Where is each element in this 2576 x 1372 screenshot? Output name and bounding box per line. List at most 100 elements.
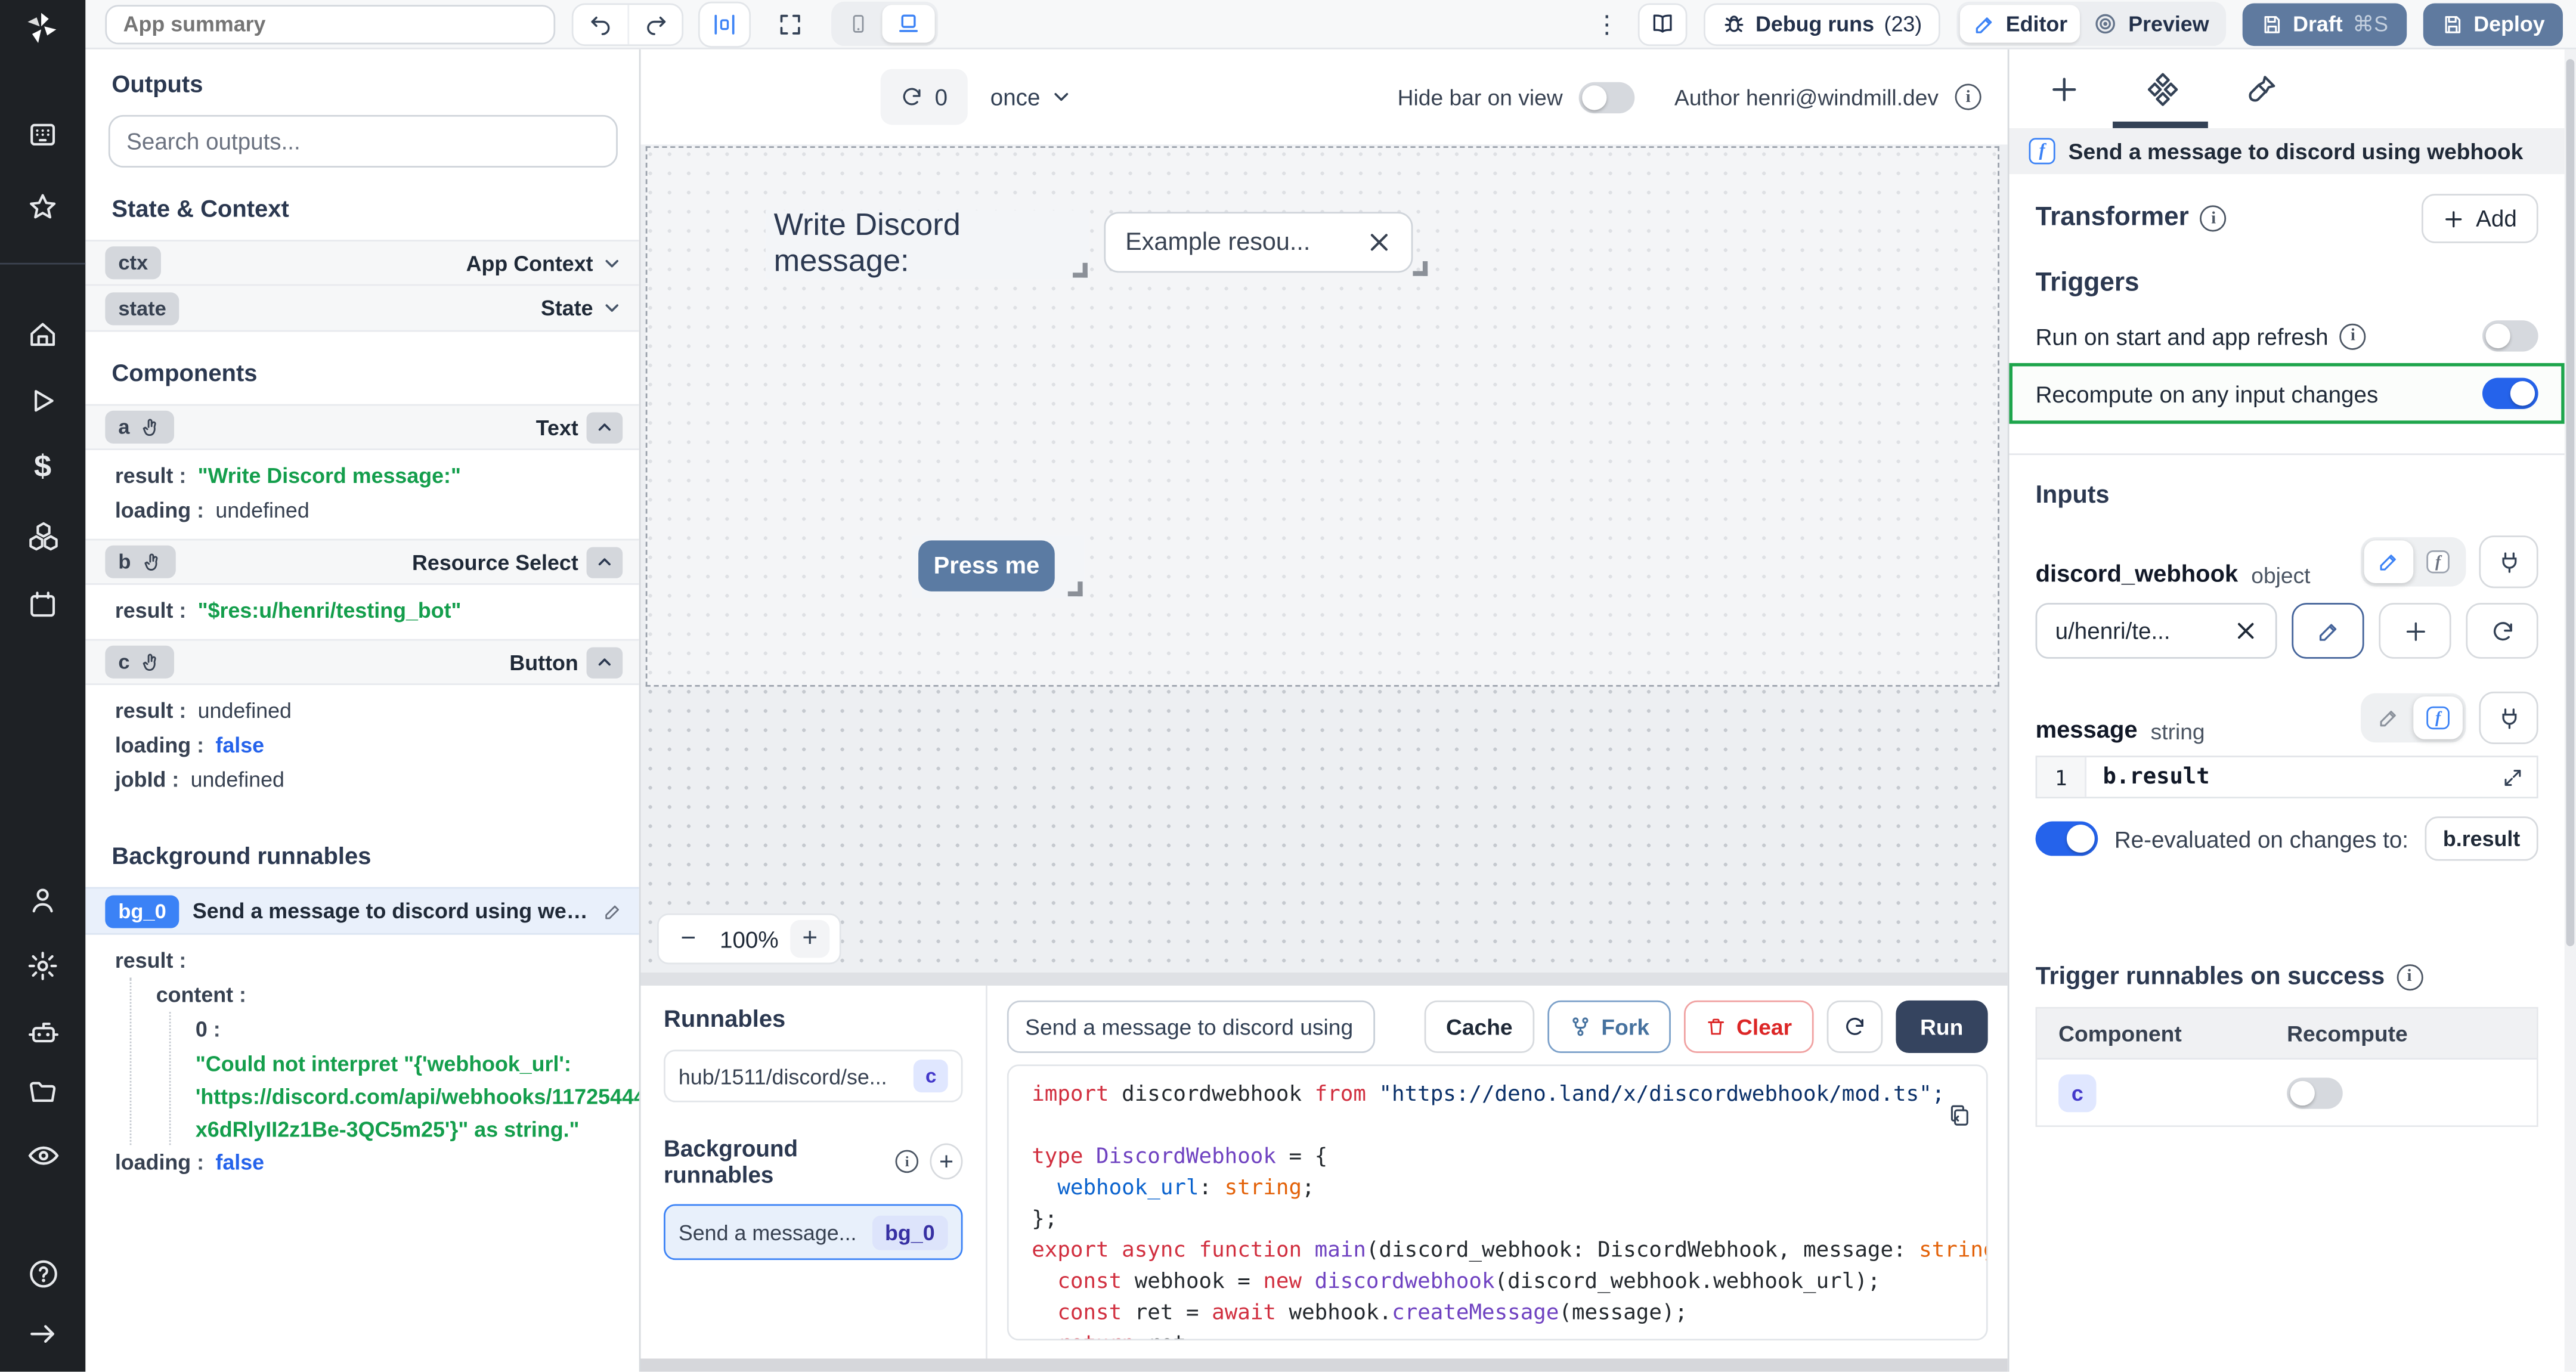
refresh-code-button[interactable] (1826, 1001, 1883, 1053)
ctx-row[interactable]: ctx App Context (85, 240, 639, 286)
collapse-chevron-up-icon[interactable] (587, 646, 623, 677)
component-row-a[interactable]: a Text (85, 404, 639, 450)
add-resource-button[interactable] (2379, 603, 2451, 659)
prop-value: undefined (215, 498, 309, 522)
component-settings-tab[interactable] (2145, 72, 2180, 106)
component-row-b[interactable]: b Resource Select (85, 539, 639, 585)
connect-plug-button[interactable] (2479, 535, 2538, 588)
refresh-counter[interactable]: 0 (881, 69, 967, 125)
clear-x-icon[interactable] (2234, 620, 2258, 643)
draft-button[interactable]: Draft ⌘S (2242, 2, 2407, 45)
collapse-chevron-up-icon[interactable] (587, 546, 623, 577)
reeval-target-badge[interactable]: b.result (2425, 816, 2538, 860)
centered-layout-button[interactable] (700, 2, 750, 45)
deploy-button[interactable]: Deploy (2423, 2, 2563, 45)
horizontal-scrollbar[interactable] (640, 1358, 2007, 1371)
runnable-name-input[interactable] (1007, 1001, 1375, 1053)
mobile-view-button[interactable] (835, 5, 883, 42)
resize-handle[interactable] (1073, 263, 1088, 278)
add-transformer-button[interactable]: Add (2422, 194, 2538, 243)
zoom-out-button[interactable]: − (668, 920, 708, 958)
bg0-row[interactable]: bg_0 Send a message to discord using web… (85, 887, 639, 935)
schedules-calendar-icon[interactable] (0, 588, 85, 621)
static-pencil-mode-button[interactable] (2364, 696, 2414, 739)
add-bg-runnable-button[interactable]: + (930, 1144, 963, 1180)
bug-icon (1721, 11, 1745, 36)
component-row-c[interactable]: c Button (85, 639, 639, 685)
redo-button[interactable] (627, 4, 682, 44)
fork-button[interactable]: Fork (1547, 1001, 1670, 1053)
collapse-chevron-up-icon[interactable] (587, 411, 623, 442)
expand-icon[interactable] (2502, 766, 2524, 788)
chevron-down-icon (1050, 85, 1073, 109)
resources-cubes-icon[interactable] (0, 519, 85, 554)
scrollbar-thumb[interactable] (2566, 59, 2574, 946)
code-editor[interactable]: import discordwebhook from "https://deno… (1007, 1064, 1988, 1340)
home-icon[interactable] (0, 318, 85, 351)
reeval-toggle[interactable] (2036, 822, 2098, 856)
refresh-resource-button[interactable] (2466, 603, 2538, 659)
user-icon[interactable] (0, 884, 85, 916)
tab-editor[interactable]: Editor (1960, 5, 2081, 42)
eval-mode-button[interactable]: f (2413, 696, 2463, 739)
runnable-item[interactable]: hub/1511/discord/se... c (664, 1050, 962, 1102)
prop-key: jobId (115, 767, 179, 792)
edit-pencil-icon[interactable] (603, 901, 623, 921)
fullscreen-button[interactable] (766, 2, 815, 45)
bg0-badge: bg_0 (105, 894, 179, 927)
pencil-icon (1973, 13, 1996, 36)
eval-mode-button[interactable]: f (2413, 540, 2463, 583)
copy-icon[interactable] (1947, 1102, 1971, 1129)
folders-icon[interactable] (0, 1076, 85, 1109)
edit-resource-button[interactable] (2292, 603, 2364, 659)
audit-eye-icon[interactable] (0, 1138, 85, 1173)
app-summary-input[interactable] (105, 4, 555, 44)
state-row[interactable]: state State (85, 286, 639, 332)
vertical-scrollbar[interactable] (2565, 49, 2576, 1372)
windmill-logo[interactable] (0, 10, 85, 47)
chevron-down-icon[interactable] (601, 298, 623, 319)
apps-icon[interactable] (0, 118, 85, 151)
canvas-button-component[interactable]: Press me (912, 535, 1084, 598)
zoom-in-button[interactable]: + (790, 920, 829, 958)
static-pencil-mode-button[interactable] (2364, 540, 2414, 583)
resize-handle[interactable] (1068, 581, 1083, 596)
runs-play-icon[interactable] (0, 385, 85, 417)
press-me-button[interactable]: Press me (918, 540, 1055, 591)
collapse-arrow-icon[interactable] (0, 1318, 85, 1351)
cache-button[interactable]: Cache (1425, 1001, 1534, 1053)
app-canvas[interactable]: Write Discord message: Example resou... … (640, 144, 2007, 973)
search-outputs-input[interactable] (109, 115, 618, 168)
canvas-text-component[interactable]: Write Discord message: (766, 210, 1089, 280)
run-button[interactable]: Run (1896, 1001, 1988, 1053)
styling-brush-tab[interactable] (2246, 72, 2278, 105)
insert-plus-tab[interactable] (2049, 73, 2080, 104)
row-recompute-toggle[interactable] (2287, 1077, 2343, 1108)
canvas-select-component[interactable]: Example resou... (1104, 212, 1429, 277)
undo-button[interactable] (574, 4, 628, 44)
more-menu-button[interactable]: ⋮ (1594, 9, 1621, 39)
chevron-down-icon[interactable] (601, 252, 623, 274)
run-on-start-toggle[interactable] (2482, 320, 2538, 351)
panel-resize-gutter[interactable] (640, 973, 2007, 986)
bg-runnable-item-selected[interactable]: Send a message... bg_0 (664, 1204, 962, 1260)
resize-handle[interactable] (1413, 261, 1428, 276)
docs-book-button[interactable] (1637, 2, 1687, 45)
workers-robot-icon[interactable] (0, 1015, 85, 1050)
schedule-dropdown[interactable]: once (990, 84, 1073, 110)
settings-gear-icon[interactable] (0, 949, 85, 982)
variables-dollar-icon[interactable]: $ (0, 450, 85, 487)
resource-picker[interactable]: u/henri/te... (2036, 603, 2277, 659)
clear-x-icon[interactable] (1367, 230, 1391, 255)
recompute-toggle[interactable] (2482, 378, 2538, 409)
favorites-star-icon[interactable] (0, 191, 85, 224)
message-expression-editor[interactable]: 1 b.result (2036, 755, 2538, 798)
help-icon[interactable] (0, 1257, 85, 1292)
tab-preview[interactable]: Preview (2080, 5, 2222, 42)
debug-runs-button[interactable]: Debug runs (23) (1703, 2, 1940, 45)
connect-plug-button[interactable] (2479, 692, 2538, 744)
hide-bar-toggle[interactable] (1579, 81, 1635, 112)
bg-runnable-badge: bg_0 (872, 1215, 948, 1249)
desktop-view-button[interactable] (882, 5, 934, 42)
clear-button[interactable]: Clear (1684, 1001, 1813, 1053)
